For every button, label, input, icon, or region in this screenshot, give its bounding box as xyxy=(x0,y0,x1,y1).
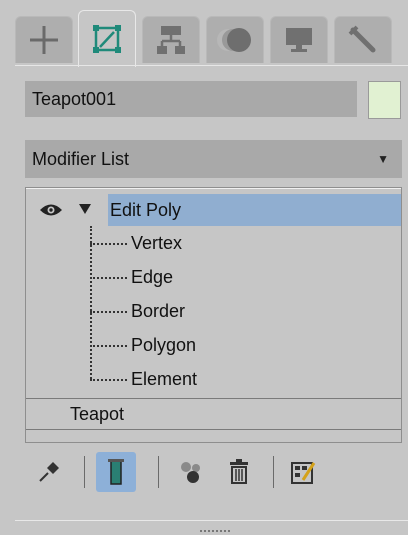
edit-poly-label: Edit Poly xyxy=(108,194,401,226)
sub-object-edge[interactable]: Edge xyxy=(90,262,173,292)
sub-object-vertex[interactable]: Vertex xyxy=(90,228,182,258)
tab-modify[interactable] xyxy=(78,10,136,67)
utilities-wrench-icon xyxy=(348,25,376,53)
tab-hierarchy[interactable] xyxy=(142,16,200,63)
expand-triangle-icon[interactable] xyxy=(79,204,91,214)
command-panel: Teapot001 Modifier List ▼ Edit Poly Vert… xyxy=(0,0,408,535)
create-plus-icon xyxy=(30,26,58,54)
remove-modifier-button[interactable] xyxy=(223,456,255,488)
sub-object-border[interactable]: Border xyxy=(90,296,185,326)
configure-modifier-sets-button[interactable] xyxy=(287,456,319,488)
pin-stack-button[interactable] xyxy=(33,456,65,488)
object-name-field[interactable]: Teapot001 xyxy=(25,81,357,117)
stack-toolbar xyxy=(25,450,402,495)
stack-item-edit-poly[interactable]: Edit Poly xyxy=(26,194,401,226)
tab-utilities[interactable] xyxy=(334,16,392,63)
modify-icon xyxy=(93,25,121,53)
eye-icon[interactable] xyxy=(39,202,63,218)
tab-create[interactable] xyxy=(15,16,73,63)
dropdown-arrow-icon: ▼ xyxy=(377,152,389,166)
modifier-list-dropdown[interactable]: Modifier List ▼ xyxy=(25,140,402,178)
remove-modifier-icon xyxy=(230,459,248,484)
tab-divider xyxy=(15,65,408,66)
make-unique-button[interactable] xyxy=(175,456,207,488)
show-end-result-button[interactable] xyxy=(96,452,136,492)
show-end-result-icon xyxy=(108,459,124,485)
sub-object-polygon[interactable]: Polygon xyxy=(90,330,196,360)
modifier-list-label: Modifier List xyxy=(32,149,130,169)
resize-grip[interactable] xyxy=(200,530,230,535)
hierarchy-icon xyxy=(157,26,185,54)
make-unique-icon xyxy=(181,462,200,483)
motion-icon xyxy=(217,28,251,52)
object-color-swatch[interactable] xyxy=(368,81,401,119)
modifier-stack: Edit Poly Vertex Edge Border Polygon Ele… xyxy=(25,187,402,443)
display-icon xyxy=(286,28,312,52)
tab-motion[interactable] xyxy=(206,16,264,63)
configure-modifier-sets-icon xyxy=(291,462,316,484)
tab-display[interactable] xyxy=(270,16,328,63)
command-panel-tabs xyxy=(15,10,408,72)
stack-item-teapot[interactable]: Teapot xyxy=(26,399,401,429)
pin-stack-icon xyxy=(39,462,59,482)
sub-object-element[interactable]: Element xyxy=(90,364,197,394)
